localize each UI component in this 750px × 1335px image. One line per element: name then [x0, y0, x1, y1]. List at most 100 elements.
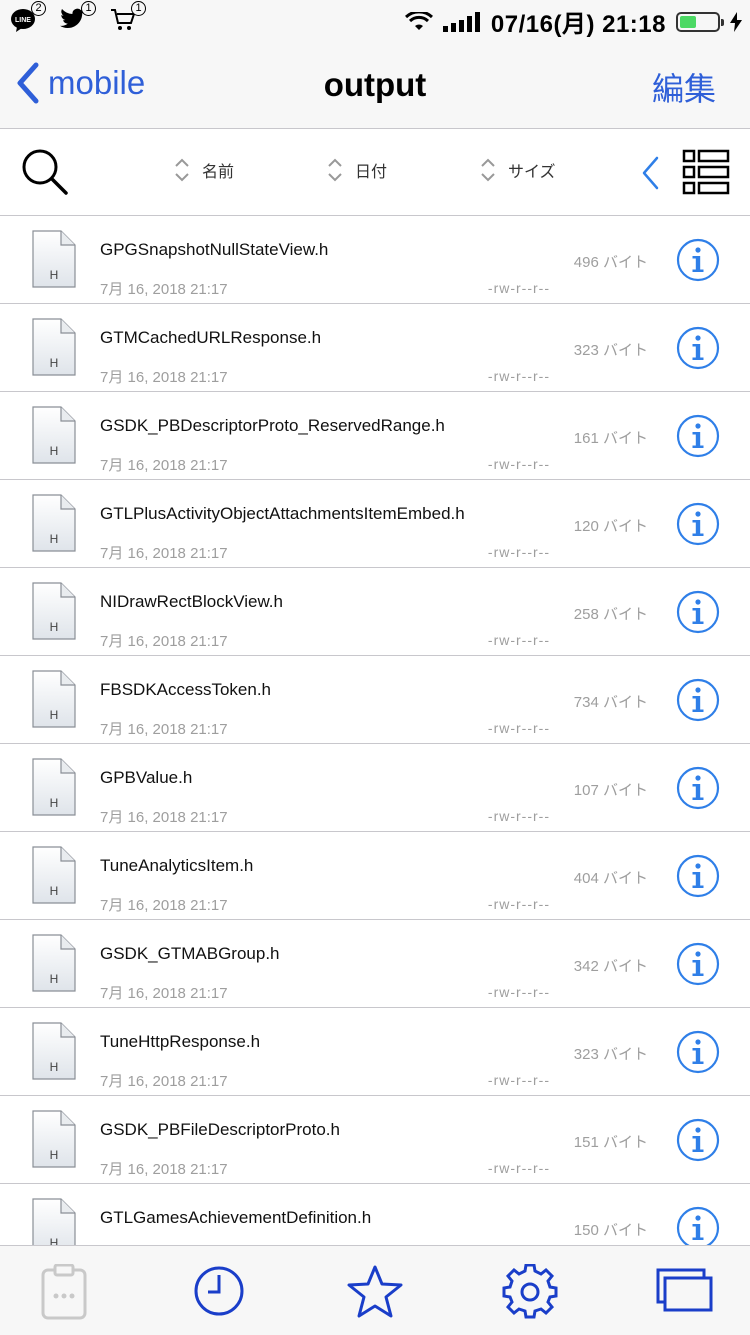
file-date: 7月 16, 2018 21:17	[100, 1073, 228, 1090]
file-size: 734 バイト	[573, 694, 648, 711]
file-icon-wrap: H	[32, 1022, 76, 1085]
file-row[interactable]: H NIDrawRectBlockView.h 7月 16, 2018 21:1…	[0, 568, 750, 656]
page-title: output	[323, 66, 427, 103]
tab-clipboard[interactable]	[34, 1263, 94, 1320]
file-size: 150 バイト	[573, 1222, 648, 1239]
file-size: 342 バイト	[573, 958, 648, 975]
file-size: 323 バイト	[573, 1046, 648, 1063]
file-row[interactable]: H GTLGamesAchievementDefinition.h 150 バイ…	[0, 1184, 750, 1245]
file-date: 7月 16, 2018 21:17	[100, 457, 228, 474]
info-button[interactable]	[676, 414, 720, 458]
tab-favorites[interactable]	[345, 1264, 405, 1320]
file-row[interactable]: H TuneHttpResponse.h 7月 16, 2018 21:17 -…	[0, 1008, 750, 1096]
file-type-label: H	[50, 1236, 59, 1245]
file-row[interactable]: H GPBValue.h 7月 16, 2018 21:17 -rw-r--r-…	[0, 744, 750, 832]
line-badge: 2	[31, 1, 46, 16]
info-button[interactable]	[676, 326, 720, 370]
file-row[interactable]: H GTLPlusActivityObjectAttachmentsItemEm…	[0, 480, 750, 568]
tab-windows[interactable]	[655, 1264, 715, 1320]
file-date: 7月 16, 2018 21:17	[100, 809, 228, 826]
file-permissions: -rw-r--r--	[487, 720, 550, 736]
sort-by-date-button[interactable]: 日付	[327, 157, 387, 183]
file-row[interactable]: H TuneAnalyticsItem.h 7月 16, 2018 21:17 …	[0, 832, 750, 920]
status-bar: LINE 2 1 1 07/16(月) 21:18	[0, 0, 750, 40]
info-icon	[676, 1030, 720, 1074]
file-icon-wrap: H	[32, 318, 76, 381]
info-button[interactable]	[676, 766, 720, 810]
twitter-badge: 1	[81, 1, 96, 16]
file-permissions: -rw-r--r--	[487, 808, 550, 824]
info-icon	[676, 414, 720, 458]
sort-by-name-button[interactable]: 名前	[174, 157, 234, 183]
file-icon-wrap: H	[32, 670, 76, 733]
tab-bar	[0, 1245, 750, 1335]
sort-updown-icon	[328, 158, 342, 182]
file-permissions: -rw-r--r--	[487, 1072, 550, 1088]
info-button[interactable]	[676, 678, 720, 722]
edit-button[interactable]: 編集	[652, 64, 716, 110]
file-icon-wrap: H	[32, 1110, 76, 1173]
file-icon-wrap: H	[32, 934, 76, 997]
file-size: 161 バイト	[573, 430, 648, 447]
info-button[interactable]	[676, 942, 720, 986]
tab-settings[interactable]	[500, 1263, 560, 1320]
header-file-icon: H	[32, 230, 76, 288]
info-icon	[676, 238, 720, 282]
battery-icon	[676, 11, 724, 32]
file-type-label: H	[50, 356, 59, 370]
file-row[interactable]: H GSDK_PBFileDescriptorProto.h 7月 16, 20…	[0, 1096, 750, 1184]
cart-app-icon: 1	[110, 1, 146, 32]
file-size: 258 バイト	[573, 606, 648, 623]
info-button[interactable]	[676, 502, 720, 546]
twitter-app-icon: 1	[60, 1, 96, 32]
file-permissions: -rw-r--r--	[487, 280, 550, 296]
info-button[interactable]	[676, 1118, 720, 1162]
file-size: 120 バイト	[573, 518, 648, 535]
file-row[interactable]: H GSDK_GTMABGroup.h 7月 16, 2018 21:17 -r…	[0, 920, 750, 1008]
status-datetime: 07/16(月) 21:18	[490, 11, 666, 38]
info-button[interactable]	[676, 1206, 720, 1245]
file-permissions: -rw-r--r--	[487, 632, 550, 648]
header-file-icon: H	[32, 1022, 76, 1080]
info-icon	[676, 766, 720, 810]
info-icon	[676, 942, 720, 986]
sort-by-size-button[interactable]: サイズ	[480, 157, 556, 183]
file-permissions: -rw-r--r--	[487, 896, 550, 912]
file-row[interactable]: H GPGSnapshotNullStateView.h 7月 16, 2018…	[0, 216, 750, 304]
header-file-icon: H	[32, 1110, 76, 1168]
clipboard-icon	[41, 1263, 87, 1320]
sort-updown-icon	[481, 158, 495, 182]
file-date: 7月 16, 2018 21:17	[100, 721, 228, 738]
chevron-left-icon[interactable]	[640, 155, 662, 191]
file-row[interactable]: H FBSDKAccessToken.h 7月 16, 2018 21:17 -…	[0, 656, 750, 744]
history-clock-icon	[194, 1266, 244, 1316]
file-name: GTLGamesAchievementDefinition.h	[100, 1208, 372, 1227]
file-name: FBSDKAccessToken.h	[100, 680, 272, 699]
info-icon	[676, 326, 720, 370]
search-icon[interactable]	[20, 147, 70, 197]
info-button[interactable]	[676, 590, 720, 634]
file-date: 7月 16, 2018 21:17	[100, 633, 228, 650]
file-list[interactable]: H GPGSnapshotNullStateView.h 7月 16, 2018…	[0, 216, 750, 1245]
file-type-label: H	[50, 1060, 59, 1074]
file-type-label: H	[50, 884, 59, 898]
file-name: GSDK_PBDescriptorProto_ReservedRange.h	[100, 416, 445, 435]
info-button[interactable]	[676, 238, 720, 282]
file-size: 107 バイト	[573, 782, 648, 799]
file-icon-wrap: H	[32, 582, 76, 645]
sort-size-label: サイズ	[508, 164, 556, 181]
header-file-icon: H	[32, 670, 76, 728]
file-type-label: H	[50, 708, 59, 722]
info-button[interactable]	[676, 1030, 720, 1074]
file-permissions: -rw-r--r--	[487, 984, 550, 1000]
file-row[interactable]: H GSDK_PBDescriptorProto_ReservedRange.h…	[0, 392, 750, 480]
info-button[interactable]	[676, 854, 720, 898]
sort-toolbar: 名前 日付 サイズ	[0, 129, 750, 216]
list-view-icon[interactable]	[682, 149, 730, 195]
file-row[interactable]: H GTMCachedURLResponse.h 7月 16, 2018 21:…	[0, 304, 750, 392]
navigation-bar: mobile output 編集	[0, 40, 750, 129]
file-date: 7月 16, 2018 21:17	[100, 1161, 228, 1178]
file-icon-wrap: H	[32, 846, 76, 909]
tab-history[interactable]	[189, 1264, 249, 1320]
sort-updown-icon	[175, 158, 189, 182]
